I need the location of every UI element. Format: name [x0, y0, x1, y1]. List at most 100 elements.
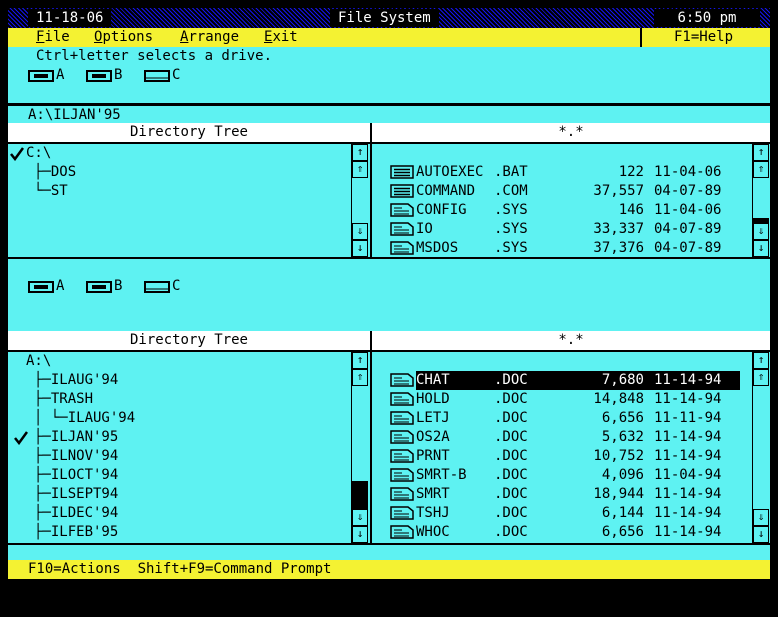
top-files-header: *.* [372, 123, 770, 142]
bottom-tree-item[interactable]: ├─ILOCT'94 [8, 466, 348, 485]
bottom-file-ext: .DOC [494, 448, 528, 464]
bottom-tree-item[interactable]: ├─ILDEC'94 [8, 504, 348, 523]
bottom-file-ext: .DOC [494, 486, 528, 502]
bottom-file-row[interactable]: HOLD .DOC 14,848 11-14-94 [388, 390, 740, 409]
bottom-file-row[interactable]: LETJ .DOC 6,656 11-11-94 [388, 409, 740, 428]
top-files-scrollbar-thumb[interactable] [753, 218, 769, 224]
bottom-file-ext: .DOC [494, 391, 528, 407]
bottom-file-row[interactable]: OS2A .DOC 5,632 11-14-94 [388, 428, 740, 447]
bottom-tree-item-label: ├─ILDEC'94 [34, 505, 119, 521]
top-tree-scrollbar[interactable]: ↑ ⇑ ⇓ ↓ [351, 144, 368, 257]
top-file-row[interactable]: IO .SYS 33,337 04-07-89 [388, 220, 740, 239]
top-files-scrollbar-up-arrow-icon[interactable]: ↑ [753, 144, 769, 161]
top-files-scrollbar-page-up-icon[interactable]: ⇑ [753, 161, 769, 178]
bottom-file-row[interactable]: SMRT-B .DOC 4,096 11-04-94 [388, 466, 740, 485]
top-file-row[interactable]: CONFIG .SYS 146 11-04-06 [388, 201, 740, 220]
bottom-file-name: WHOC [416, 524, 450, 540]
bottom-file-size: 6,656 [601, 524, 644, 540]
top-tree-header: Directory Tree [8, 123, 370, 142]
bottom-tree-item[interactable]: ├─ILJAN'95 [8, 428, 348, 447]
bottom-tree-item-label: ├─ILFEB'95 [34, 524, 119, 540]
bottom-files-scrollbar[interactable]: ↑ ⇑ ⇓ ↓ [752, 352, 769, 543]
bottom-file-ext: .DOC [494, 467, 528, 483]
bottom-file-date: 11-14-94 [654, 391, 722, 407]
top-tree-item[interactable]: └─ST [8, 182, 348, 201]
top-file-name: IO [416, 221, 433, 237]
top-files-scrollbar-down-arrow-icon[interactable]: ↓ [753, 240, 769, 257]
top-tree-scrollbar-down-arrow-icon[interactable]: ↓ [352, 240, 368, 257]
bottom-file-text: LETJ .DOC 6,656 11-11-94 [416, 409, 740, 428]
bottom-file-text: HOLD .DOC 14,848 11-14-94 [416, 390, 740, 409]
bottom-file-date: 11-14-94 [654, 524, 722, 540]
drive-list: A B C [28, 66, 428, 85]
bottom-file-row[interactable]: CHAT .DOC 7,680 11-14-94 [388, 371, 740, 390]
bottom-file-row[interactable]: TSHJ .DOC 6,144 11-14-94 [388, 504, 740, 523]
top-file-size: 146 [618, 202, 644, 218]
top-tree-scrollbar-page-up-icon[interactable]: ⇑ [352, 161, 368, 178]
bottom-file-row[interactable]: SMRT .DOC 18,944 11-14-94 [388, 485, 740, 504]
bottom-tree-item[interactable]: ├─TRASH [8, 390, 348, 409]
top-tree-item[interactable]: ├─DOS [8, 163, 348, 182]
bottom-file-row[interactable]: PRNT .DOC 10,752 11-14-94 [388, 447, 740, 466]
bottom-file-date: 11-14-94 [654, 505, 722, 521]
bottom-tree-item-label: ├─ILSEPT94 [34, 486, 119, 502]
bottom-files-scrollbar-page-down-icon[interactable]: ⇓ [753, 509, 769, 526]
bottom-pane-divider [370, 331, 372, 543]
menu-options[interactable]: Options [94, 28, 153, 47]
drive-list-bottom: A B C [28, 277, 428, 296]
top-files-scrollbar[interactable]: ↑ ⇑ ⇓ ↓ [752, 144, 769, 257]
top-files-scrollbar-page-down-icon[interactable]: ⇓ [753, 223, 769, 240]
bottom-tree-scrollbar-down-arrow-icon[interactable]: ↓ [352, 526, 368, 543]
top-file-row[interactable]: MSDOS .SYS 37,376 04-07-89 [388, 239, 740, 258]
floppy-drive-icon [28, 69, 54, 88]
bottom-tree-scrollbar-page-down-icon[interactable]: ⇓ [352, 509, 368, 526]
time-display: 6:50 pm [654, 9, 760, 27]
bottom-tree-scrollbar[interactable]: ↑ ⇑ ⇓ ↓ [351, 352, 368, 543]
mid-drive-label: B [114, 278, 123, 294]
floppy-drive-icon [86, 69, 112, 88]
bottom-file-row[interactable]: WHOC .DOC 6,656 11-14-94 [388, 523, 740, 542]
bottom-tree-scrollbar-thumb[interactable] [352, 481, 368, 509]
bottom-tree-item[interactable]: │ └─ILAUG'94 [8, 409, 348, 428]
top-tree-scrollbar-page-down-icon[interactable]: ⇓ [352, 223, 368, 240]
bottom-tree-item[interactable]: ├─ILSEPT94 [8, 485, 348, 504]
drive-area-top: Ctrl+letter selects a drive. A B C [8, 47, 770, 103]
bottom-files-scrollbar-page-up-icon[interactable]: ⇑ [753, 369, 769, 386]
help-hint[interactable]: F1=Help [674, 28, 733, 47]
bottom-files-scrollbar-down-arrow-icon[interactable]: ↓ [753, 526, 769, 543]
top-file-ext: .SYS [494, 202, 528, 218]
date-display: 11-18-06 [28, 9, 112, 27]
bottom-tree-item[interactable]: ├─ILFEB'95 [8, 523, 348, 542]
bottom-file-size: 4,096 [601, 467, 644, 483]
top-file-name: MSDOS [416, 240, 459, 256]
top-file-row[interactable]: AUTOEXEC .BAT 122 11-04-06 [388, 163, 740, 182]
top-file-date: 04-07-89 [654, 240, 722, 256]
top-tree-scrollbar-up-arrow-icon[interactable]: ↑ [352, 144, 368, 161]
top-file-text: COMMAND .COM 37,557 04-07-89 [416, 182, 740, 201]
menu-arrange[interactable]: Arrange [180, 28, 239, 47]
top-file-size: 37,557 [593, 183, 644, 199]
top-tree-root-label: C:\ [26, 145, 52, 161]
bottom-tree-item[interactable]: ├─ILNOV'94 [8, 447, 348, 466]
bottom-file-text: WHOC .DOC 6,656 11-14-94 [416, 523, 740, 542]
bottom-file-text: TSHJ .DOC 6,144 11-14-94 [416, 504, 740, 523]
top-tree-item-label: └─ST [34, 183, 68, 199]
title-bar: 11-18-06 File System 6:50 pm [8, 8, 770, 28]
top-file-row[interactable]: COMMAND .COM 37,557 04-07-89 [388, 182, 740, 201]
bottom-file-date: 11-14-94 [654, 429, 722, 445]
menu-bar: File Options Arrange Exit F1=Help [8, 28, 770, 47]
bottom-tree-header: Directory Tree [8, 331, 370, 350]
floppy-drive-icon [28, 280, 54, 299]
hard-drive-icon [144, 280, 170, 299]
bottom-file-text: PRNT .DOC 10,752 11-14-94 [416, 447, 740, 466]
bottom-files-scrollbar-up-arrow-icon[interactable]: ↑ [753, 352, 769, 369]
bottom-tree-item[interactable]: ├─ILAUG'94 [8, 371, 348, 390]
top-file-date: 11-04-06 [654, 164, 722, 180]
top-file-text: MSDOS .SYS 37,376 04-07-89 [416, 239, 740, 258]
menu-file[interactable]: File [36, 28, 70, 47]
bottom-tree-scrollbar-up-arrow-icon[interactable]: ↑ [352, 352, 368, 369]
bottom-panes: Directory Tree *.* A:\ ├─ILAUG'94 ├─TRASH │ └… [8, 331, 770, 543]
bottom-file-name: TSHJ [416, 505, 450, 521]
menu-exit[interactable]: Exit [264, 28, 298, 47]
bottom-tree-scrollbar-page-up-icon[interactable]: ⇑ [352, 369, 368, 386]
